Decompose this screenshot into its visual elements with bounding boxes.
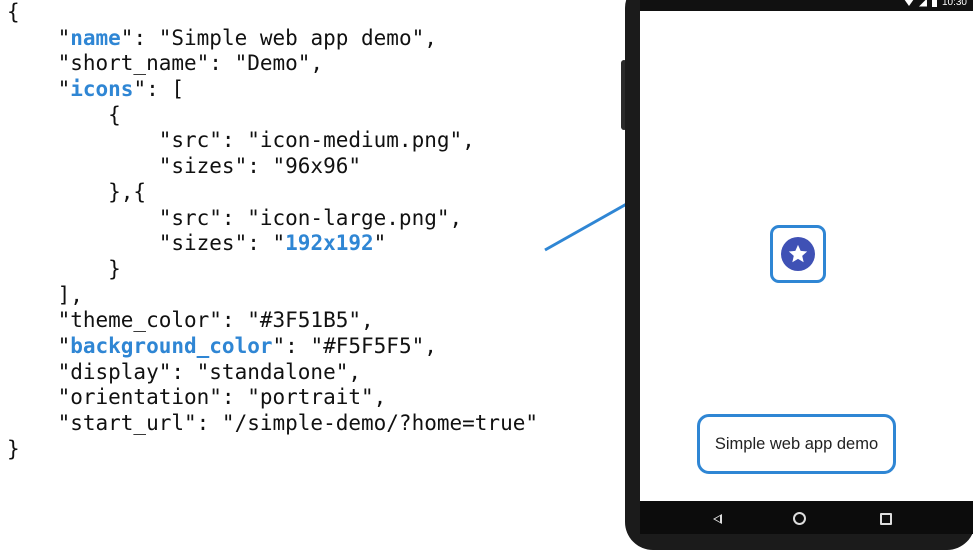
star-icon <box>788 244 808 263</box>
home-icon[interactable] <box>793 512 806 525</box>
app-name-highlight: Simple web app demo <box>697 414 896 474</box>
recent-apps-icon[interactable] <box>880 513 892 525</box>
wifi-icon <box>903 0 914 6</box>
signal-icon <box>918 0 927 7</box>
status-icons: 10:30 <box>903 0 967 8</box>
status-bar: 10:30 <box>640 0 973 11</box>
back-icon[interactable] <box>713 514 722 524</box>
status-time: 10:30 <box>941 0 967 8</box>
app-icon[interactable] <box>781 237 815 271</box>
battery-icon <box>931 0 937 7</box>
app-icon-highlight <box>770 225 826 283</box>
android-nav-bar <box>640 501 973 534</box>
splash-app-name: Simple web app demo <box>714 434 879 453</box>
